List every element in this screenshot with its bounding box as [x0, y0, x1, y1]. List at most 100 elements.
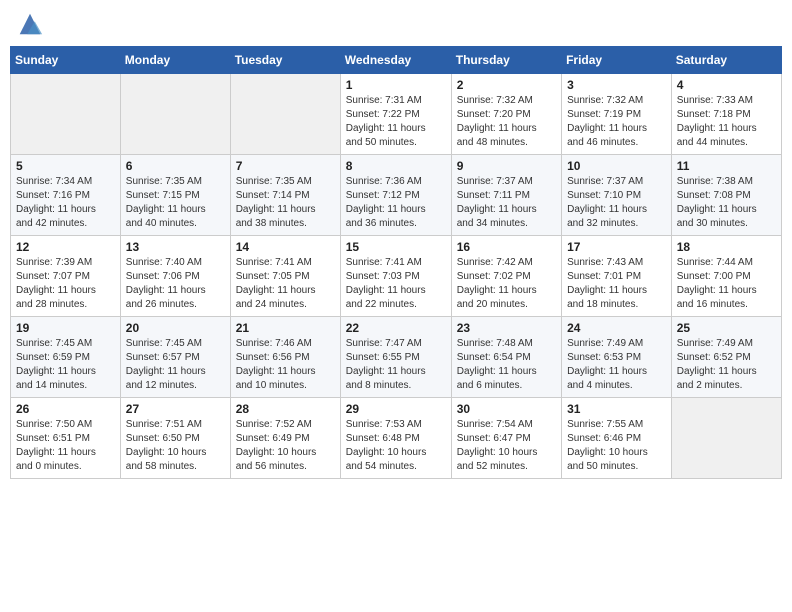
weekday-header: Tuesday — [230, 47, 340, 74]
day-number: 7 — [236, 159, 335, 173]
calendar-cell: 17Sunrise: 7:43 AM Sunset: 7:01 PM Dayli… — [562, 236, 672, 317]
day-detail: Sunrise: 7:44 AM Sunset: 7:00 PM Dayligh… — [677, 256, 776, 312]
day-number: 14 — [236, 240, 335, 254]
page-header — [10, 10, 782, 38]
day-number: 13 — [126, 240, 225, 254]
day-detail: Sunrise: 7:35 AM Sunset: 7:15 PM Dayligh… — [126, 175, 225, 231]
day-detail: Sunrise: 7:52 AM Sunset: 6:49 PM Dayligh… — [236, 418, 335, 474]
day-number: 17 — [567, 240, 666, 254]
calendar-cell: 1 Sunrise: 7:31 AM Sunset: 7:22 PM Daylig… — [340, 74, 451, 155]
calendar-cell: 9Sunrise: 7:37 AM Sunset: 7:11 PM Daylig… — [451, 155, 561, 236]
day-detail: Sunrise: 7:41 AM Sunset: 7:05 PM Dayligh… — [236, 256, 335, 312]
calendar-cell: 3 Sunrise: 7:32 AM Sunset: 7:19 PM Daylig… — [562, 74, 672, 155]
day-number: 27 — [126, 402, 225, 416]
day-detail: Sunrise: 7:42 AM Sunset: 7:02 PM Dayligh… — [457, 256, 556, 312]
day-number: 1 — [346, 78, 446, 92]
day-detail: Sunrise: 7:49 AM Sunset: 6:52 PM Dayligh… — [677, 337, 776, 393]
calendar-cell: 4Sunrise: 7:33 AM Sunset: 7:18 PM Daylig… — [671, 74, 781, 155]
day-detail: Sunrise: 7:48 AM Sunset: 6:54 PM Dayligh… — [457, 337, 556, 393]
day-detail: Sunrise: 7:46 AM Sunset: 6:56 PM Dayligh… — [236, 337, 335, 393]
day-detail: Sunrise: 7:49 AM Sunset: 6:53 PM Dayligh… — [567, 337, 666, 393]
day-number: 23 — [457, 321, 556, 335]
day-number: 29 — [346, 402, 446, 416]
calendar-cell: 21Sunrise: 7:46 AM Sunset: 6:56 PM Dayli… — [230, 317, 340, 398]
calendar-cell: 14 Sunrise: 7:41 AM Sunset: 7:05 PM Dayli… — [230, 236, 340, 317]
calendar-cell: 2Sunrise: 7:32 AM Sunset: 7:20 PM Daylig… — [451, 74, 561, 155]
calendar-cell: 27 Sunrise: 7:51 AM Sunset: 6:50 PM Dayli… — [120, 398, 230, 479]
day-number: 24 — [567, 321, 666, 335]
day-number: 11 — [677, 159, 776, 173]
day-detail: Sunrise: 7:41 AM Sunset: 7:03 PM Dayligh… — [346, 256, 446, 312]
day-number: 5 — [16, 159, 115, 173]
day-number: 16 — [457, 240, 556, 254]
day-detail: Sunrise: 7:37 AM Sunset: 7:10 PM Dayligh… — [567, 175, 666, 231]
calendar-cell: 11 Sunrise: 7:38 AM Sunset: 7:08 PM Dayli… — [671, 155, 781, 236]
weekday-header: Wednesday — [340, 47, 451, 74]
weekday-header: Monday — [120, 47, 230, 74]
calendar-week-row: 26Sunrise: 7:50 AM Sunset: 6:51 PM Dayli… — [11, 398, 782, 479]
day-detail: Sunrise: 7:53 AM Sunset: 6:48 PM Dayligh… — [346, 418, 446, 474]
calendar-cell: 31 Sunrise: 7:55 AM Sunset: 6:46 PM Dayli… — [562, 398, 672, 479]
day-detail: Sunrise: 7:32 AM Sunset: 7:19 PM Dayligh… — [567, 94, 666, 150]
day-detail: Sunrise: 7:33 AM Sunset: 7:18 PM Dayligh… — [677, 94, 776, 150]
day-detail: Sunrise: 7:39 AM Sunset: 7:07 PM Dayligh… — [16, 256, 115, 312]
day-detail: Sunrise: 7:40 AM Sunset: 7:06 PM Dayligh… — [126, 256, 225, 312]
calendar-week-row: 5 Sunrise: 7:34 AM Sunset: 7:16 PM Daylig… — [11, 155, 782, 236]
calendar-cell — [11, 74, 121, 155]
day-number: 18 — [677, 240, 776, 254]
logo-icon — [16, 10, 44, 38]
day-number: 12 — [16, 240, 115, 254]
day-number: 25 — [677, 321, 776, 335]
day-number: 3 — [567, 78, 666, 92]
day-detail: Sunrise: 7:31 AM Sunset: 7:22 PM Dayligh… — [346, 94, 446, 150]
day-detail: Sunrise: 7:35 AM Sunset: 7:14 PM Dayligh… — [236, 175, 335, 231]
day-number: 2 — [457, 78, 556, 92]
logo — [14, 10, 44, 38]
calendar-cell: 24 Sunrise: 7:49 AM Sunset: 6:53 PM Dayli… — [562, 317, 672, 398]
weekday-header: Thursday — [451, 47, 561, 74]
calendar-cell: 29 Sunrise: 7:53 AM Sunset: 6:48 PM Dayli… — [340, 398, 451, 479]
day-number: 10 — [567, 159, 666, 173]
calendar-cell: 28 Sunrise: 7:52 AM Sunset: 6:49 PM Dayli… — [230, 398, 340, 479]
calendar-table: SundayMondayTuesdayWednesdayThursdayFrid… — [10, 46, 782, 479]
calendar-cell: 30 Sunrise: 7:54 AM Sunset: 6:47 PM Dayli… — [451, 398, 561, 479]
day-number: 6 — [126, 159, 225, 173]
day-detail: Sunrise: 7:47 AM Sunset: 6:55 PM Dayligh… — [346, 337, 446, 393]
calendar-cell: 12 Sunrise: 7:39 AM Sunset: 7:07 PM Dayli… — [11, 236, 121, 317]
calendar-cell: 5 Sunrise: 7:34 AM Sunset: 7:16 PM Daylig… — [11, 155, 121, 236]
day-number: 19 — [16, 321, 115, 335]
calendar-cell: 26Sunrise: 7:50 AM Sunset: 6:51 PM Dayli… — [11, 398, 121, 479]
day-number: 31 — [567, 402, 666, 416]
calendar-cell: 22 Sunrise: 7:47 AM Sunset: 6:55 PM Dayli… — [340, 317, 451, 398]
calendar-cell: 18 Sunrise: 7:44 AM Sunset: 7:00 PM Dayli… — [671, 236, 781, 317]
day-detail: Sunrise: 7:50 AM Sunset: 6:51 PM Dayligh… — [16, 418, 115, 474]
day-detail: Sunrise: 7:51 AM Sunset: 6:50 PM Dayligh… — [126, 418, 225, 474]
calendar-cell: 25 Sunrise: 7:49 AM Sunset: 6:52 PM Dayli… — [671, 317, 781, 398]
calendar-cell: 19 Sunrise: 7:45 AM Sunset: 6:59 PM Dayli… — [11, 317, 121, 398]
calendar-cell: 7 Sunrise: 7:35 AM Sunset: 7:14 PM Daylig… — [230, 155, 340, 236]
day-detail: Sunrise: 7:54 AM Sunset: 6:47 PM Dayligh… — [457, 418, 556, 474]
calendar-cell: 23 Sunrise: 7:48 AM Sunset: 6:54 PM Dayli… — [451, 317, 561, 398]
day-number: 22 — [346, 321, 446, 335]
weekday-header: Saturday — [671, 47, 781, 74]
calendar-cell: 16 Sunrise: 7:42 AM Sunset: 7:02 PM Dayli… — [451, 236, 561, 317]
day-number: 30 — [457, 402, 556, 416]
calendar-cell — [120, 74, 230, 155]
weekday-header: Friday — [562, 47, 672, 74]
weekday-header: Sunday — [11, 47, 121, 74]
calendar-cell: 13 Sunrise: 7:40 AM Sunset: 7:06 PM Dayli… — [120, 236, 230, 317]
day-number: 8 — [346, 159, 446, 173]
calendar-week-row: 19 Sunrise: 7:45 AM Sunset: 6:59 PM Dayli… — [11, 317, 782, 398]
day-number: 28 — [236, 402, 335, 416]
calendar-cell — [671, 398, 781, 479]
day-number: 15 — [346, 240, 446, 254]
day-detail: Sunrise: 7:38 AM Sunset: 7:08 PM Dayligh… — [677, 175, 776, 231]
calendar-cell: 15 Sunrise: 7:41 AM Sunset: 7:03 PM Dayli… — [340, 236, 451, 317]
calendar-cell — [230, 74, 340, 155]
calendar-cell: 10 Sunrise: 7:37 AM Sunset: 7:10 PM Dayli… — [562, 155, 672, 236]
day-detail: Sunrise: 7:45 AM Sunset: 6:59 PM Dayligh… — [16, 337, 115, 393]
day-detail: Sunrise: 7:37 AM Sunset: 7:11 PM Dayligh… — [457, 175, 556, 231]
day-detail: Sunrise: 7:45 AM Sunset: 6:57 PM Dayligh… — [126, 337, 225, 393]
day-detail: Sunrise: 7:34 AM Sunset: 7:16 PM Dayligh… — [16, 175, 115, 231]
day-detail: Sunrise: 7:55 AM Sunset: 6:46 PM Dayligh… — [567, 418, 666, 474]
